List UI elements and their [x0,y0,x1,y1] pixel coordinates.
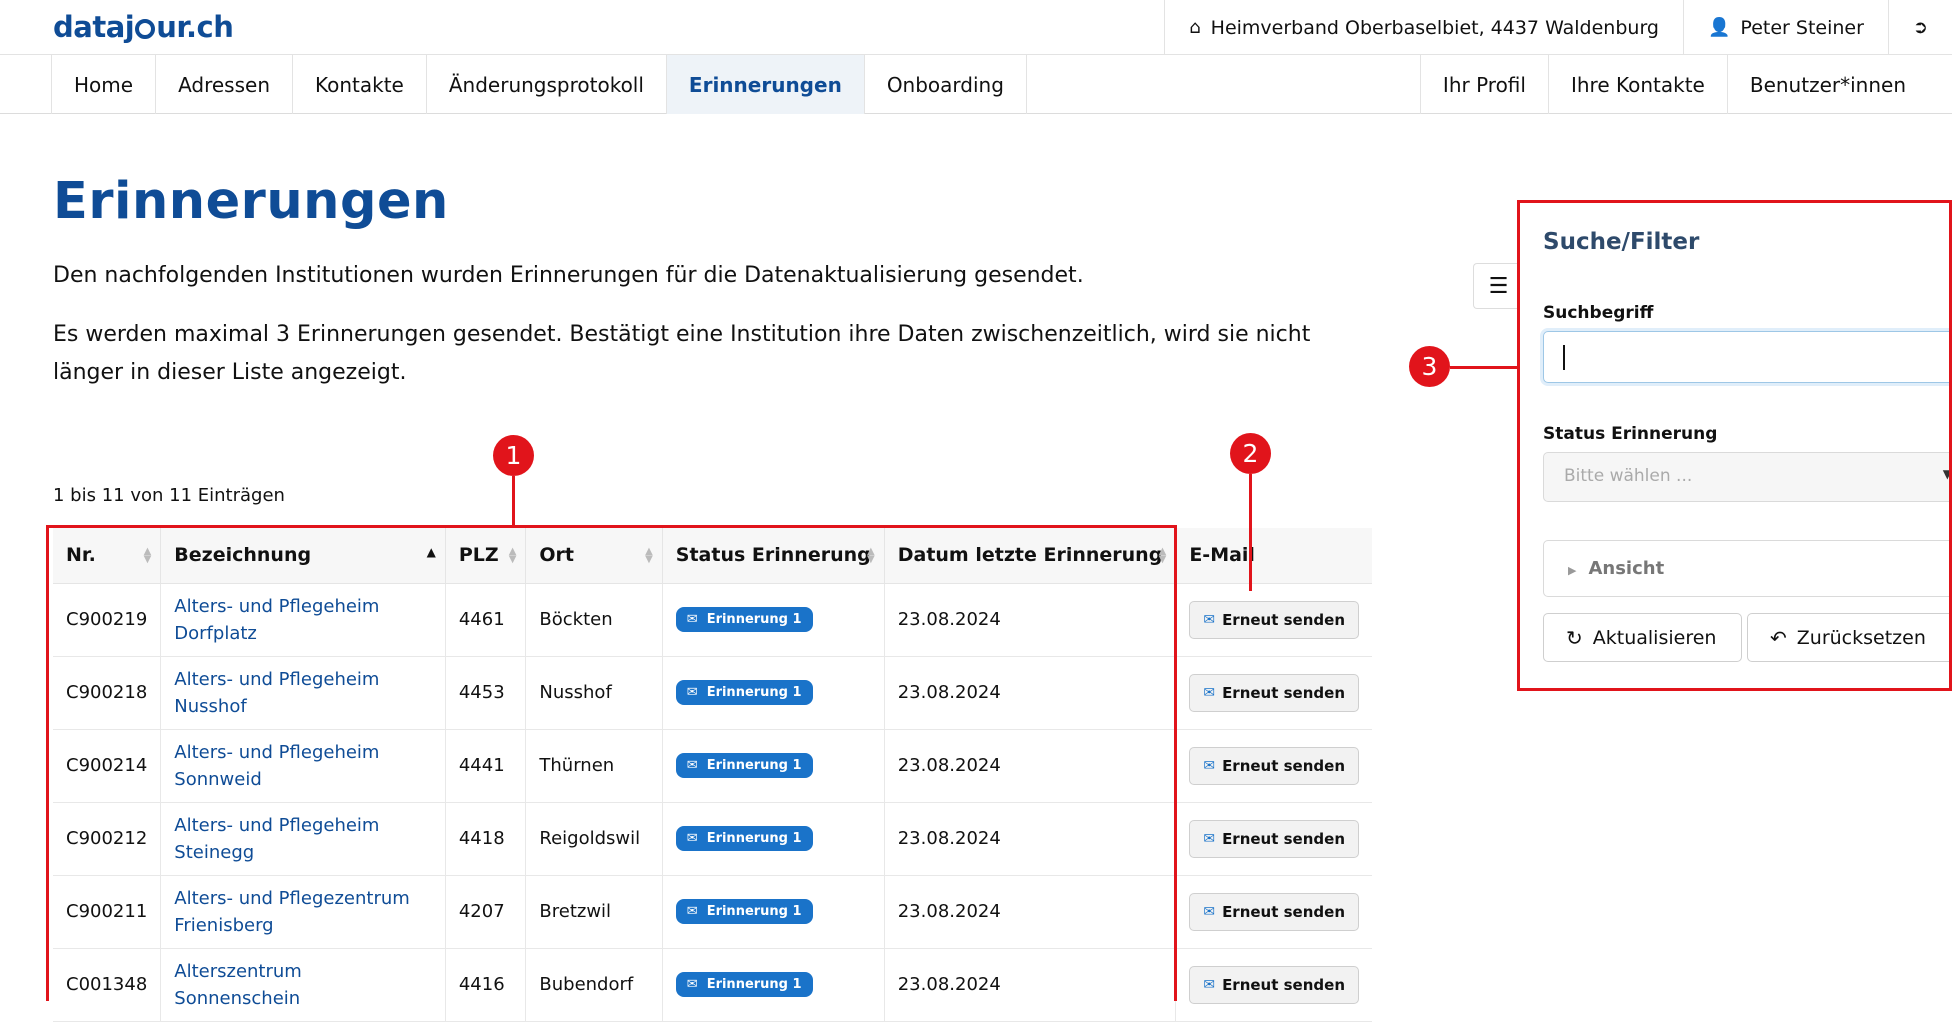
nav-ihr-profil[interactable]: Ihr Profil [1421,55,1549,114]
annotation-line-3 [1450,366,1518,369]
logo-ring-icon [135,19,156,39]
cell-email: ✉ Erneut senden [1175,802,1372,876]
cell-email: ✉ Erneut senden [1175,656,1372,730]
envelope-icon: ✉ [1203,757,1216,774]
top-bar: dataj ur.ch ⌂ Heimverband Oberbaselbiet, 4… [0,0,1952,55]
annotation-line-1 [512,476,515,526]
nav-adressen[interactable]: Adressen [156,55,293,114]
cell-email: ✉ Erneut senden [1175,875,1372,949]
col-email: E-Mail [1175,528,1372,584]
logout-icon: ➲ [1912,17,1928,38]
cell-email: ✉ Erneut senden [1175,948,1372,1022]
annotation-marker-3: 3 [1409,346,1450,387]
page-title: Erinnerungen [53,172,449,231]
envelope-icon: ✉ [1203,903,1216,920]
menu-icon: ☰ [1488,273,1509,299]
hamburger-toggle[interactable]: ☰ [1473,263,1523,309]
logout-button[interactable]: ➲ [1887,0,1952,55]
cell-email: ✉ Erneut senden [1175,583,1372,657]
envelope-icon: ✉ [1203,976,1216,993]
intro-text-1: Den nachfolgenden Institutionen wurden E… [53,263,1084,288]
nav-home[interactable]: Home [52,55,157,114]
resend-button[interactable]: ✉ Erneut senden [1189,600,1359,639]
resend-button[interactable]: ✉ Erneut senden [1189,965,1359,1004]
annotation-marker-2: 2 [1230,433,1271,474]
envelope-icon: ✉ [1203,611,1216,628]
organisation-link[interactable]: ⌂ Heimverband Oberbaselbiet, 4437 Waldenb… [1164,0,1683,55]
annotation-marker-1: 1 [493,435,534,476]
logo[interactable]: dataj ur.ch [53,10,234,44]
envelope-icon: ✉ [1203,830,1216,847]
resend-button[interactable]: ✉ Erneut senden [1189,746,1359,785]
top-right-menu: ⌂ Heimverband Oberbaselbiet, 4437 Waldenb… [1164,0,1952,55]
intro-text-2: Es werden maximal 3 Erinnerungen gesende… [53,322,1311,385]
envelope-icon: ✉ [1203,684,1216,701]
annotation-box-3 [1517,200,1952,691]
cell-email: ✉ Erneut senden [1175,729,1372,803]
nav-kontakte[interactable]: Kontakte [293,55,427,114]
entry-count: 1 bis 11 von 11 Einträgen [53,485,285,506]
nav-ihre-kontakte[interactable]: Ihre Kontakte [1549,55,1728,114]
main-nav: Home Adressen Kontakte Änderungsprotokol… [0,55,1952,114]
nav-onboarding[interactable]: Onboarding [865,55,1027,114]
nav-benutzerinnen[interactable]: Benutzer*innen [1728,55,1928,114]
nav-erinnerungen[interactable]: Erinnerungen [666,55,865,114]
home-icon: ⌂ [1189,17,1201,38]
user-icon: 👤 [1708,17,1731,38]
user-menu[interactable]: 👤 Peter Steiner [1683,0,1888,55]
resend-button[interactable]: ✉ Erneut senden [1189,673,1359,712]
resend-button[interactable]: ✉ Erneut senden [1189,892,1359,931]
resend-button[interactable]: ✉ Erneut senden [1189,819,1359,858]
nav-aenderungsprotokoll[interactable]: Änderungsprotokoll [427,55,667,114]
annotation-box-1 [46,525,1177,1001]
annotation-line-2 [1249,474,1252,591]
